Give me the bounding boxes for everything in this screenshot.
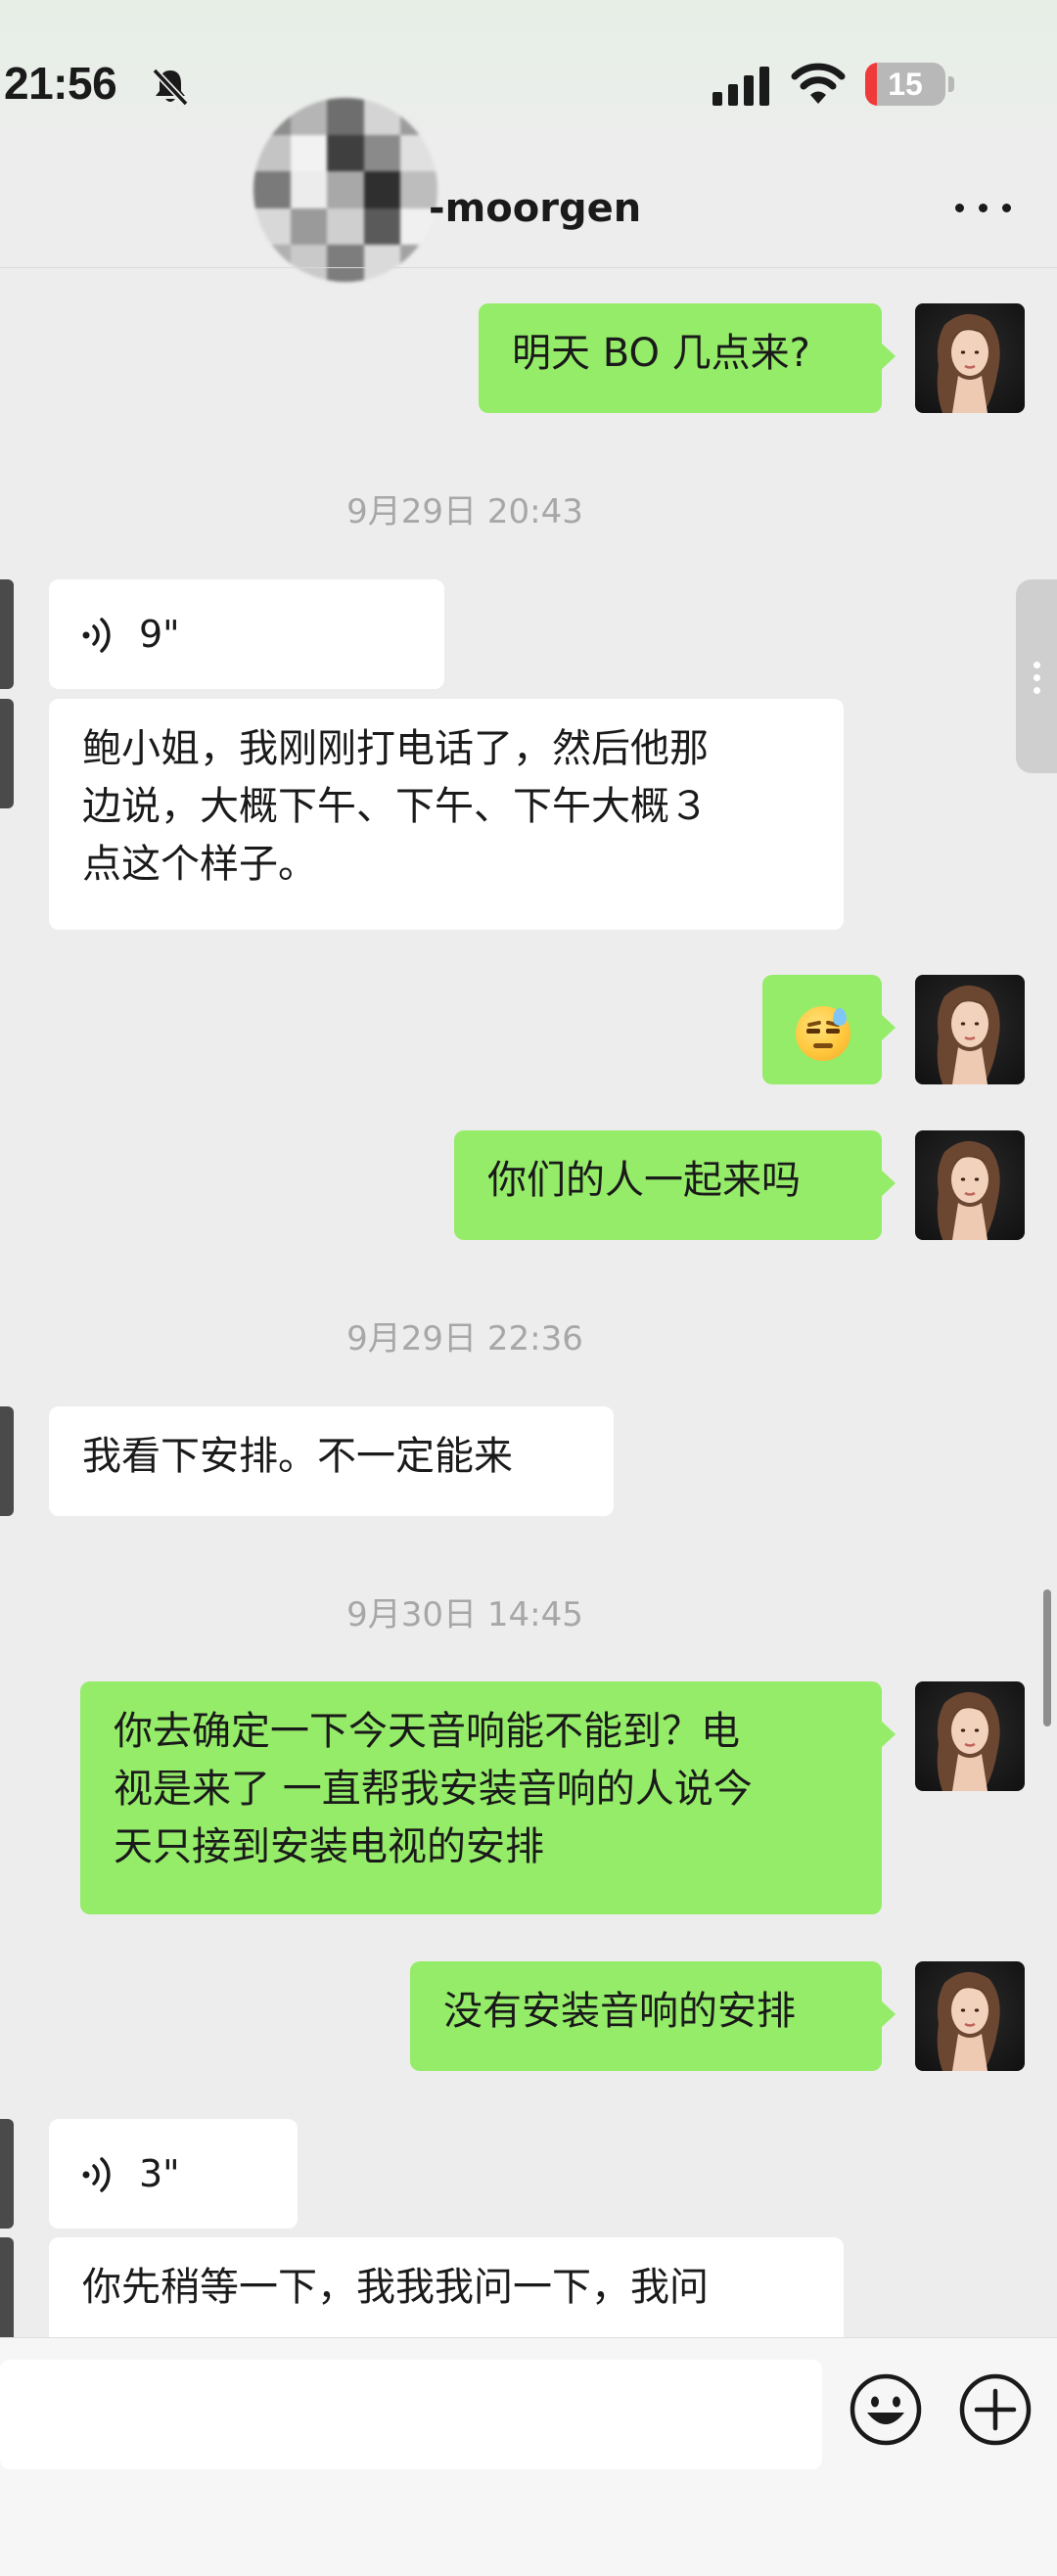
user-avatar[interactable] — [915, 975, 1025, 1084]
bell-muted-icon — [152, 68, 189, 107]
wifi-icon — [791, 63, 846, 104]
text-message-bubble[interactable]: 没有安装音响的安排 — [410, 1961, 896, 2071]
message-text: 我看下安排。不一定能来 — [82, 1434, 513, 1479]
voice-wave-icon — [82, 618, 111, 653]
avatar-pixel — [253, 207, 291, 246]
timestamp: 9月30日 14:45 — [346, 1595, 583, 1634]
message-text: 边说，大概下午、下午、下午大概３ — [82, 784, 709, 829]
blurred-avatar[interactable] — [253, 98, 437, 282]
voice-duration: 9" — [139, 613, 180, 656]
text-message-bubble[interactable]: 你们的人一起来吗 — [454, 1130, 896, 1240]
chat-message-list[interactable]: 明天 BO 几点来? 9月29日 20:43 9" 鲍小姐，我刚刚打电话了，然后他那边… — [0, 268, 1057, 2337]
contact-avatar-edge[interactable] — [0, 2119, 14, 2229]
voice-wave-icon — [82, 2157, 111, 2192]
avatar-pixel — [327, 134, 364, 172]
text-message-bubble[interactable]: 我看下安排。不一定能来 — [49, 1406, 614, 1516]
avatar-pixel — [327, 98, 364, 135]
message-text: 天只接到安装电视的安排 — [114, 1824, 544, 1869]
message-text: 视是来了 一直帮我安装音响的人说今 — [114, 1767, 753, 1812]
user-avatar[interactable] — [915, 1961, 1025, 2071]
message-input[interactable] — [0, 2360, 822, 2469]
cellular-signal-icon — [712, 67, 769, 106]
contact-avatar-edge[interactable] — [0, 1406, 14, 1516]
avatar-pixel — [363, 171, 401, 208]
plus-icon[interactable] — [957, 2371, 1034, 2448]
status-time: 21:56 — [4, 58, 117, 109]
avatar-pixel — [290, 134, 328, 172]
battery-level: 15 — [888, 67, 923, 102]
text-message-bubble[interactable]: 明天 BO 几点来? — [479, 303, 896, 413]
chat-header: -moorgen — [0, 98, 1057, 282]
message-text: 你们的人一起来吗 — [487, 1158, 801, 1203]
avatar-pixel — [290, 207, 328, 246]
input-bar — [0, 2337, 1057, 2576]
side-drawer-handle[interactable] — [1016, 579, 1057, 773]
emoji-icon[interactable] — [848, 2371, 924, 2448]
user-avatar[interactable] — [915, 1130, 1025, 1240]
voice-duration: 3" — [139, 2152, 180, 2195]
avatar-pixel — [253, 171, 291, 208]
avatar-pixel — [327, 207, 364, 246]
message-text: 你先稍等一下，我我我问一下，我问 — [82, 2265, 709, 2310]
sweat-smile-emoji — [796, 1006, 850, 1061]
text-message-bubble[interactable]: 鲍小姐，我刚刚打电话了，然后他那 边说，大概下午、下午、下午大概３ 点这个样子。 — [49, 699, 844, 930]
message-text: 你去确定一下今天音响能不能到？电 — [114, 1709, 740, 1754]
scrollbar-thumb[interactable] — [1043, 1589, 1051, 1726]
more-icon[interactable] — [955, 196, 1012, 219]
timestamp: 9月29日 20:43 — [346, 492, 583, 531]
timestamp: 9月29日 22:36 — [346, 1319, 583, 1358]
avatar-pixel — [290, 171, 328, 208]
user-avatar[interactable] — [915, 303, 1025, 413]
status-bar: 21:56 15 — [0, 0, 1057, 166]
voice-message-bubble[interactable]: 9" — [49, 579, 444, 689]
emoji-message-bubble[interactable] — [762, 975, 896, 1084]
voice-message-bubble[interactable]: 3" — [49, 2119, 298, 2229]
message-text: 点这个样子。 — [82, 842, 317, 887]
avatar-pixel — [363, 207, 401, 246]
battery-tip — [948, 76, 954, 92]
message-text: 鲍小姐，我刚刚打电话了，然后他那 — [82, 726, 709, 771]
message-text: 明天 BO 几点来? — [512, 331, 810, 376]
avatar-pixel — [327, 171, 364, 208]
contact-avatar-edge[interactable] — [0, 579, 14, 689]
avatar-pixel — [363, 134, 401, 172]
contact-name[interactable]: -moorgen — [429, 186, 641, 231]
battery-body: 15 — [865, 63, 945, 106]
contact-avatar-edge[interactable] — [0, 2237, 14, 2337]
user-avatar[interactable] — [915, 1681, 1025, 1791]
text-message-bubble[interactable]: 你先稍等一下，我我我问一下，我问 — [49, 2237, 844, 2337]
text-message-bubble[interactable]: 你去确定一下今天音响能不能到？电 视是来了 一直帮我安装音响的人说今 天只接到安装电… — [80, 1681, 896, 1914]
contact-avatar-edge[interactable] — [0, 699, 14, 808]
message-text: 没有安装音响的安排 — [443, 1989, 796, 2034]
battery-icon: 15 — [865, 63, 955, 106]
